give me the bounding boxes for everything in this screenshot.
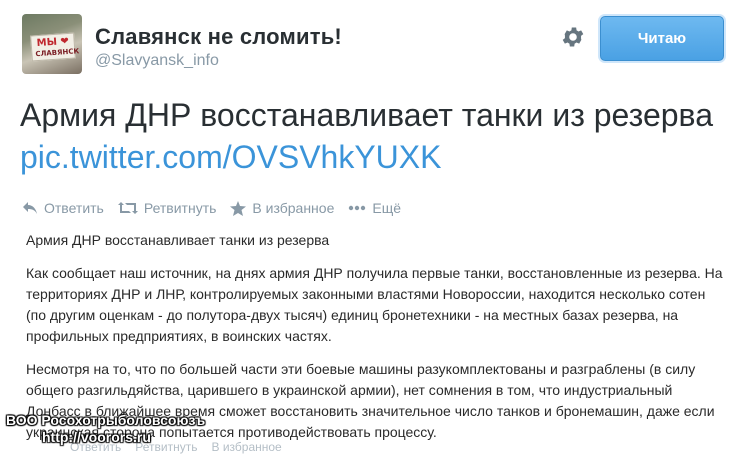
tweet-actions: Ответить Ретвитнуть В избранное Ещё [22,198,415,218]
faded-favorite-label: В избранное [211,440,282,454]
avatar[interactable]: МЫ ❤ СЛАВЯНСК [22,14,82,74]
article-paragraph-1: Как сообщает наш источник, на днях армия… [26,265,723,344]
avatar-sign-line1: МЫ ❤ [36,35,70,50]
article-title: Армия ДНР восстанавливает танки из резер… [26,232,330,248]
watermark-line-1: ВОО Росохотрыболовсоюзъ [6,412,206,428]
more-action[interactable]: Ещё [348,200,401,216]
tweet-media-link[interactable]: pic.twitter.com/OVSVhkYUXK [20,139,441,175]
retweet-label: Ретвитнуть [143,200,217,216]
watermark-line-2: http://voorors.ru [42,429,151,445]
star-icon [230,200,247,216]
avatar-sign-line2: СЛАВЯНСК [35,47,80,59]
reply-icon [23,202,37,214]
reply-action[interactable]: Ответить [22,200,104,216]
retweet-action[interactable]: Ретвитнуть [117,200,217,216]
tweet-text: Армия ДНР восстанавливает танки из резер… [20,94,720,178]
more-icon [349,205,366,211]
tweet-body: Армия ДНР восстанавливает танки из резер… [20,97,713,133]
follow-button[interactable]: Читаю [600,16,724,61]
avatar-sign: МЫ ❤ СЛАВЯНСК [30,32,80,62]
favorite-label: В избранное [252,200,335,216]
reply-label: Ответить [44,200,104,216]
gear-icon[interactable] [560,24,586,50]
display-name[interactable]: Славянск не сломить! [95,24,342,50]
tweet-header: МЫ ❤ СЛАВЯНСК Славянск не сломить! @Slav… [0,0,738,80]
favorite-action[interactable]: В избранное [230,200,334,216]
retweet-icon [117,202,138,214]
more-label: Ещё [372,200,402,216]
screen-name[interactable]: @Slavyansk_info [95,52,219,70]
